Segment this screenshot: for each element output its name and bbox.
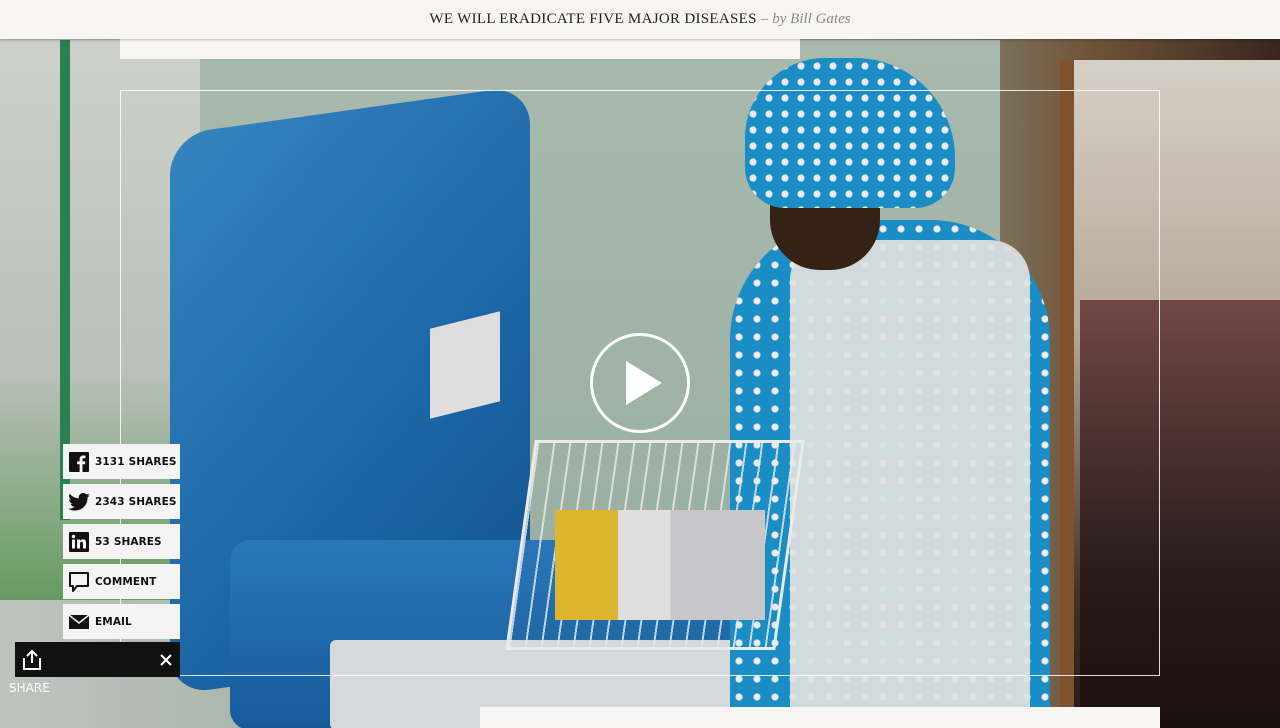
facebook-share-label: SHARES	[128, 455, 177, 468]
email-icon	[63, 604, 95, 639]
content-panel-top	[120, 39, 800, 59]
article-title: WE WILL ERADICATE FIVE MAJOR DISEASES	[429, 11, 757, 27]
linkedin-icon	[63, 524, 95, 559]
share-icon[interactable]	[20, 648, 44, 672]
title-separator: –	[760, 11, 769, 27]
twitter-share-label: SHARES	[128, 495, 177, 508]
share-list: 3131 SHARES 2343 SHARES 53 SHARES COMMEN…	[63, 444, 180, 644]
play-button[interactable]	[590, 333, 690, 433]
play-icon	[626, 361, 662, 405]
comment-icon	[63, 564, 95, 599]
close-icon[interactable]	[160, 653, 172, 666]
twitter-share-button[interactable]: 2343 SHARES	[63, 484, 180, 519]
email-button[interactable]: EMAIL	[63, 604, 180, 639]
facebook-share-button[interactable]: 3131 SHARES	[63, 444, 180, 479]
facebook-share-count: 3131	[95, 455, 125, 468]
email-label: EMAIL	[95, 615, 132, 628]
facebook-icon	[63, 444, 95, 479]
article-author: by Bill Gates	[772, 11, 851, 27]
twitter-share-count: 2343	[95, 495, 125, 508]
article-header: WE WILL ERADICATE FIVE MAJOR DISEASES – …	[0, 0, 1280, 39]
content-panel-bottom	[480, 707, 1160, 728]
share-toggle-label[interactable]: SHARE	[9, 681, 50, 695]
linkedin-share-button[interactable]: 53 SHARES	[63, 524, 180, 559]
comment-button[interactable]: COMMENT	[63, 564, 180, 599]
linkedin-share-count: 53	[95, 535, 110, 548]
comment-label: COMMENT	[95, 575, 157, 588]
linkedin-share-label: SHARES	[113, 535, 162, 548]
share-toolbar	[15, 642, 180, 677]
twitter-icon	[63, 484, 95, 519]
